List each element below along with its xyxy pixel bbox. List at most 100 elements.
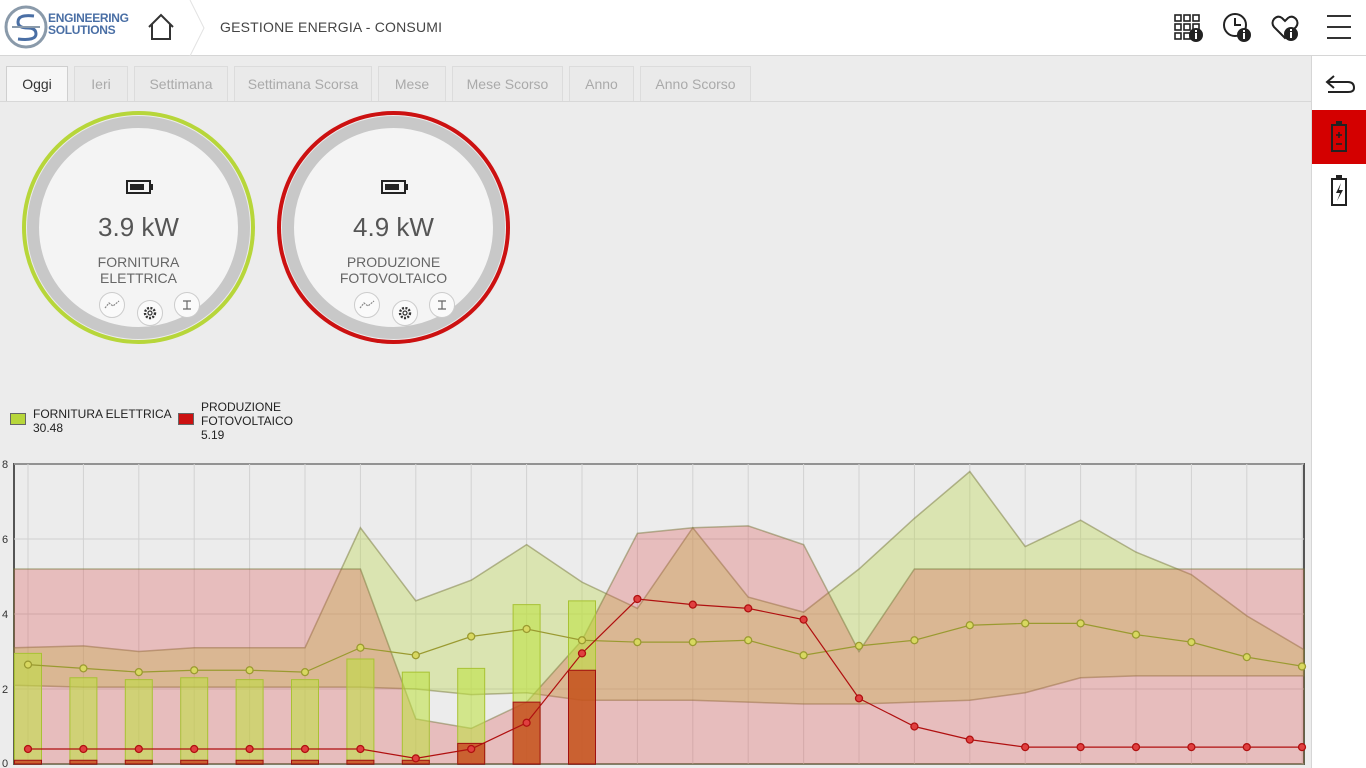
series-fornitura-point [467,632,476,641]
series-produzione-point [744,604,753,613]
range-icon [438,300,446,310]
legend-swatch [10,413,26,425]
trend-button[interactable] [354,292,380,318]
tab-settimana[interactable]: Settimana [134,66,228,101]
top-bar: ENGINEERING SOLUTIONS GESTIONE ENERGIA -… [0,0,1366,57]
series-produzione-point [1297,742,1307,752]
series-produzione-point [356,744,365,754]
grid-info-icon[interactable] [1172,10,1206,44]
gauge-produzione-fotovoltaico[interactable]: 4.9 kW PRODUZIONE FOTOVOLTAICO [277,111,510,344]
series-produzione-point [134,744,143,754]
back-button[interactable] [1312,56,1366,110]
settings-button[interactable] [392,300,418,326]
y-tick-label: 8 [2,459,8,471]
bar-produzione [235,759,264,765]
series-fornitura-point [522,624,531,634]
legend-name-line1: PRODUZIONE [201,400,282,414]
tab-anno[interactable]: Anno [569,66,634,101]
gauge-face: 4.9 kW PRODUZIONE FOTOVOLTAICO [282,116,505,339]
home-button[interactable] [136,0,206,57]
series-produzione-point [577,649,587,658]
logo-line2: SOLUTIONS [48,23,116,37]
bar-produzione [346,759,375,765]
legend-swatch [178,413,194,425]
series-fornitura-point [854,641,864,651]
series-fornitura-point [910,636,919,645]
gauge-label-line1: PRODUZIONE [346,254,441,270]
bar-produzione [568,669,596,765]
series-fornitura-point [1131,630,1141,639]
tab-oggi[interactable]: Oggi [6,66,68,101]
legend-name: FORNITURA ELETTRICA [33,407,172,421]
bar-produzione [69,759,98,765]
series-fornitura-point [134,667,143,677]
series-produzione-point [300,744,310,754]
series-produzione-point [1187,742,1196,752]
battery-icon [1331,121,1347,152]
series-fornitura-point [300,667,310,677]
range-button[interactable] [429,292,455,318]
tab-mese-scorso[interactable]: Mese Scorso [452,66,563,101]
y-tick-label: 0 [2,758,8,768]
series-produzione-point [411,754,420,763]
y-tick-label: 6 [2,534,8,546]
series-produzione-point [910,722,919,731]
series-produzione-point [23,744,33,754]
trend-icon [359,300,375,309]
series-fornitura-point [79,664,88,673]
gauge-value: 3.9 kW [98,212,179,242]
series-produzione-point [522,718,531,727]
company-logo[interactable]: ENGINEERING SOLUTIONS [4,4,130,50]
series-fornitura-point [633,637,642,647]
trend-button[interactable] [99,292,125,318]
tab-ieri[interactable]: Ieri [74,66,128,101]
gauge-label-line2: ELETTRICA [99,270,177,286]
gear-icon [398,306,412,320]
series-fornitura-point [356,643,365,652]
page-title: GESTIONE ENERGIA - CONSUMI [220,19,443,35]
tab-mese[interactable]: Mese [378,66,446,101]
menu-icon[interactable] [1321,10,1355,44]
series-produzione-point [1021,742,1030,752]
legend-name-line2: FOTOVOLTAICO [201,414,294,428]
series-fornitura-point [1187,637,1196,647]
tab-settimana-scorsa[interactable]: Settimana Scorsa [234,66,372,101]
series-fornitura-point [744,636,753,645]
y-tick-label: 2 [2,684,8,696]
battery-icon [381,180,408,194]
tab-anno-scorso[interactable]: Anno Scorso [640,66,751,101]
series-fornitura-point [688,637,697,647]
heart-info-icon[interactable] [1269,10,1303,44]
series-fornitura-point [1297,662,1307,671]
gauge-fornitura-elettrica[interactable]: 3.9 kW FORNITURA ELETTRICA [22,111,255,344]
consumption-chart[interactable]: 0 2 4 6 8 [0,455,1311,768]
gauge-label-line2: FOTOVOLTAICO [339,270,448,286]
bar-fornitura [401,671,430,765]
settings-button[interactable] [137,300,163,326]
logo-text: ENGINEERING SOLUTIONS [48,12,129,36]
range-icon [183,300,191,310]
back-arrow-icon [1325,75,1356,93]
series-fornitura-point [245,666,254,675]
series-produzione-point [1131,742,1141,752]
battery-charge-button[interactable] [1312,164,1366,218]
range-button[interactable] [174,292,200,318]
series-produzione-point [965,735,974,744]
battery-icon [126,180,153,194]
bar-produzione [291,759,319,765]
series-produzione-point [245,744,254,754]
clock-info-icon[interactable] [1220,10,1254,44]
series-fornitura-point [190,666,199,675]
bar-produzione [124,759,153,765]
period-tabs: Oggi Ieri Settimana Settimana Scorsa Mes… [0,56,1311,102]
bar-produzione [180,759,209,765]
series-produzione-point [633,594,642,604]
trend-icon [104,300,120,309]
series-produzione-point [1242,742,1251,752]
series-fornitura-point [1021,619,1030,628]
series-produzione-point [190,744,199,754]
series-fornitura-point [577,636,587,645]
legend-total: 5.19 [201,428,225,442]
gear-icon [143,306,157,320]
battery-button[interactable] [1312,110,1366,164]
